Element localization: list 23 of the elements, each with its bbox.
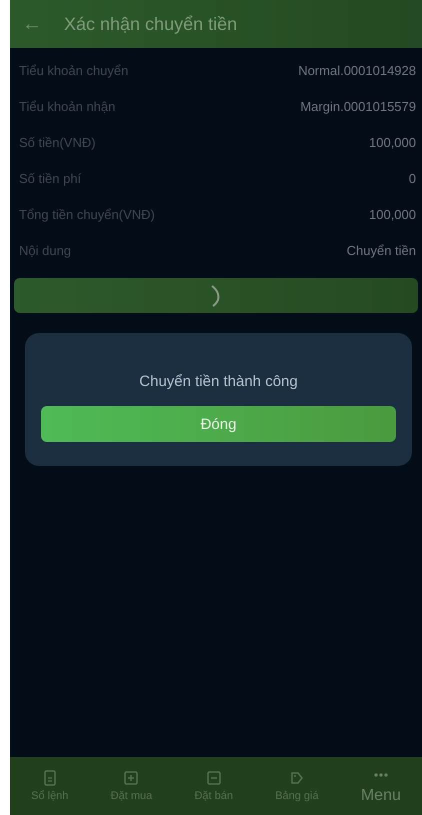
- detail-value: Normal.0001014928: [298, 62, 416, 78]
- detail-label: Nội dung: [19, 242, 72, 258]
- screen-title: Xác nhận chuyển tiền: [64, 14, 238, 34]
- detail-value: 0: [408, 170, 416, 186]
- document-icon: [42, 770, 58, 786]
- confirm-button[interactable]: [14, 278, 418, 313]
- back-button[interactable]: ←: [22, 12, 42, 36]
- detail-value: 100,000: [369, 134, 416, 150]
- detail-label: Tổng tiền chuyển(VNĐ): [19, 206, 155, 222]
- plus-square-icon: [123, 770, 140, 786]
- detail-value: Margin.0001015579: [300, 98, 416, 114]
- spinner-icon: [210, 284, 222, 308]
- detail-label: Số tiền phí: [19, 170, 82, 186]
- nav-tab[interactable]: Menu: [360, 767, 401, 805]
- detail-value: Chuyển tiền: [346, 242, 416, 258]
- detail-label: Tiểu khoản chuyển: [19, 62, 128, 78]
- dialog-message: Chuyển tiền thành công: [139, 373, 298, 390]
- detail-label: Số tiền(VNĐ): [19, 134, 96, 150]
- detail-value: 100,000: [369, 206, 416, 222]
- detail-label: Tiểu khoản nhận: [19, 98, 116, 114]
- tag-icon: [288, 770, 305, 786]
- close-button[interactable]: Đóng: [41, 406, 396, 442]
- minus-square-icon: [206, 770, 222, 786]
